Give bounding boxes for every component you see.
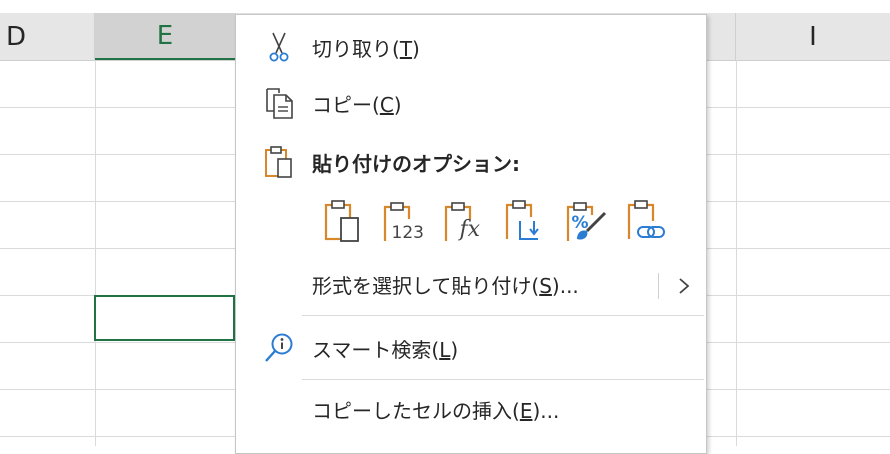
smart-lookup-icon: [262, 331, 296, 365]
active-cell[interactable]: [94, 295, 235, 341]
submenu-divider: [658, 273, 659, 299]
clipboard-page-icon: [323, 199, 363, 247]
menu-separator: [302, 379, 704, 380]
menu-label-smart-lookup: スマート検索(L): [312, 337, 459, 362]
scissors-icon: [262, 30, 296, 64]
ribbon-edge: [0, 0, 890, 13]
paste-values-text: 123: [391, 223, 424, 243]
column-header-e[interactable]: E: [95, 13, 236, 60]
paste-formulas-text: fx: [459, 217, 481, 242]
menu-label-paste-special: 形式を選択して貼り付け(S)...: [312, 273, 579, 298]
menu-item-cut[interactable]: 切り取り(T): [236, 24, 706, 70]
paste-transpose-button[interactable]: [495, 198, 556, 248]
menu-label-cut: 切り取り(T): [312, 36, 420, 61]
paste-icon: [262, 145, 296, 179]
menu-separator: [302, 315, 704, 316]
paste-values-button[interactable]: 123: [373, 198, 434, 248]
clipboard-transpose-icon: [504, 199, 548, 247]
paste-formatting-button[interactable]: %: [556, 198, 617, 248]
menu-item-copy[interactable]: コピー(C): [236, 80, 706, 126]
paste-options-title: 貼り付けのオプション:: [312, 151, 520, 176]
clipboard-fx-icon: fx: [443, 201, 487, 245]
clipboard-link-icon: [626, 199, 670, 247]
clipboard-123-icon: 123: [382, 201, 426, 245]
menu-item-paste-special[interactable]: 形式を選択して貼り付け(S)...: [236, 261, 706, 307]
menu-item-paste-options-header: 貼り付けのオプション:: [236, 139, 706, 185]
chevron-right-icon[interactable]: [674, 271, 694, 301]
menu-item-smart-lookup[interactable]: スマート検索(L): [236, 325, 706, 371]
context-menu: 切り取り(T) コピー(C) 貼り付けのオプション: 123 fx % 形式を選…: [235, 14, 707, 454]
paste-options-row: 123 fx %: [312, 198, 678, 248]
copy-icon: [262, 86, 296, 120]
column-header-d[interactable]: D: [0, 13, 95, 60]
paste-link-button[interactable]: [617, 198, 678, 248]
paste-default-button[interactable]: [312, 198, 373, 248]
paste-formatting-text: %: [571, 213, 589, 233]
column-header-i[interactable]: I: [736, 13, 890, 60]
menu-item-insert-copied-cells[interactable]: コピーしたセルの挿入(E)...: [236, 386, 706, 432]
menu-label-insert-copied-cells: コピーしたセルの挿入(E)...: [312, 398, 560, 423]
clipboard-brush-icon: %: [565, 201, 609, 245]
paste-formulas-button[interactable]: fx: [434, 198, 495, 248]
menu-label-copy: コピー(C): [312, 92, 402, 117]
